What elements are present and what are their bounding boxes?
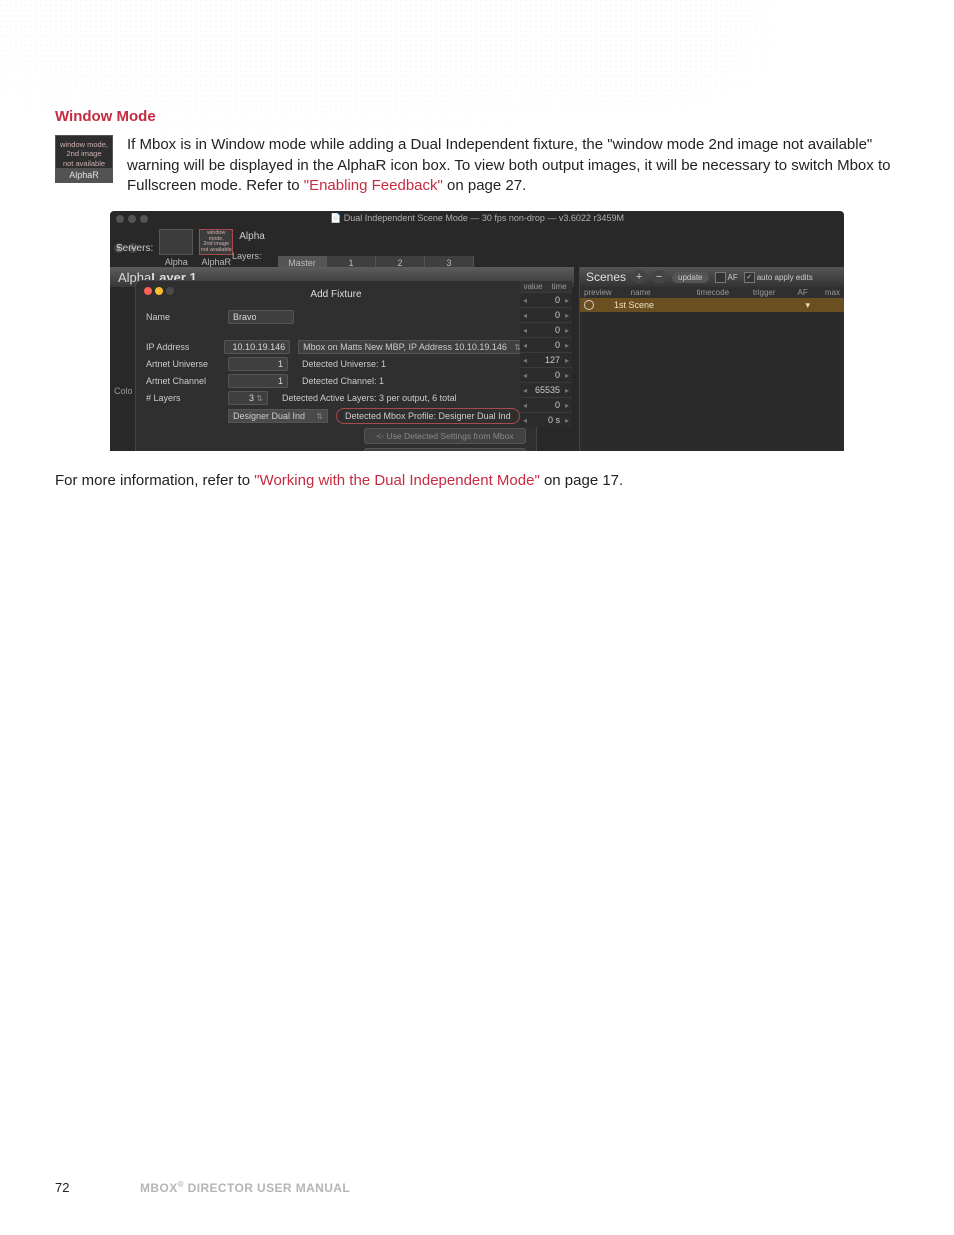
artnet-channel-field[interactable]: 1 bbox=[228, 374, 288, 388]
section-heading: Window Mode bbox=[55, 108, 899, 125]
warn-l3: not available bbox=[201, 247, 232, 253]
value-row[interactable]: ◂0▸ bbox=[520, 367, 572, 382]
value-row[interactable]: ◂0▸ bbox=[520, 292, 572, 307]
value-cell: 0 bbox=[530, 310, 562, 320]
time-header: time bbox=[546, 281, 572, 292]
warn-l1: window mode, bbox=[207, 230, 225, 242]
dialog-title: Add Fixture bbox=[146, 289, 526, 300]
artnet-universe-label: Artnet Universe bbox=[146, 359, 220, 369]
auto-apply-checkbox[interactable]: ✓auto apply edits bbox=[744, 272, 813, 283]
value-row[interactable]: ◂65535▸ bbox=[520, 382, 572, 397]
ip-field[interactable]: 10.10.19.146 bbox=[224, 340, 290, 354]
scenes-title: Scenes bbox=[586, 270, 626, 284]
value-row[interactable]: ◂0▸ bbox=[520, 307, 572, 322]
layers-label: Layers: bbox=[232, 251, 262, 261]
detected-profile: Detected Mbox Profile: Designer Dual Ind bbox=[336, 408, 520, 424]
value-row[interactable]: ◂0▸ bbox=[520, 337, 572, 352]
thumb-line1: window mode, bbox=[60, 140, 108, 149]
af-checkbox[interactable]: AF bbox=[715, 272, 738, 283]
scene-dropdown-icon: ▾ bbox=[805, 300, 810, 311]
value-row[interactable]: ◂0▸ bbox=[520, 397, 572, 412]
profile-select[interactable]: Designer Dual Ind ⇅ bbox=[228, 409, 328, 423]
scene-preview-dot bbox=[584, 300, 594, 310]
remove-scene-icon[interactable]: − bbox=[652, 270, 666, 284]
value-row[interactable]: ◂0▸ bbox=[520, 322, 572, 337]
warning-thumbnail: window mode, 2nd image not available Alp… bbox=[55, 135, 113, 183]
detected-layers: Detected Active Layers: 3 per output, 6 … bbox=[276, 392, 463, 404]
servers-row: Servers: Alpha window mode, 2nd image no… bbox=[116, 229, 265, 267]
value-cell: 0 bbox=[530, 400, 562, 410]
add-scene-icon[interactable]: + bbox=[632, 270, 646, 284]
para2-text-a: For more information, refer to bbox=[55, 472, 254, 489]
value-cell: 0 bbox=[530, 370, 562, 380]
col-name: name bbox=[627, 288, 693, 297]
stepper-icon[interactable]: ⇅ bbox=[254, 394, 263, 403]
app-screenshot: 📄 Dual Independent Scene Mode — 30 fps n… bbox=[110, 211, 844, 451]
server-alpha-label: Alpha bbox=[165, 257, 188, 267]
col-preview: preview bbox=[580, 288, 627, 297]
page-number: 72 bbox=[55, 1180, 69, 1195]
window-title: 📄 Dual Independent Scene Mode — 30 fps n… bbox=[110, 213, 844, 224]
para2-text-b: on page 17. bbox=[540, 472, 623, 489]
value-header: value bbox=[520, 281, 546, 292]
value-time-column: value time ◂0▸ ◂0▸ ◂0▸ ◂0▸ ◂127▸ ◂0▸ ◂65… bbox=[520, 281, 572, 427]
value-cell: 0 bbox=[530, 325, 562, 335]
num-layers-field[interactable]: 3 ⇅ bbox=[228, 391, 268, 405]
profile-select-text: Designer Dual Ind bbox=[233, 411, 305, 421]
value-row[interactable]: ◂127▸ bbox=[520, 352, 572, 367]
ip-select-text: Mbox on Matts New MBP, IP Address 10.10.… bbox=[303, 342, 507, 352]
ip-label: IP Address bbox=[146, 342, 216, 352]
artnet-universe-field[interactable]: 1 bbox=[228, 357, 288, 371]
num-layers-label: # Layers bbox=[146, 393, 220, 403]
thumb-line2: 2nd image bbox=[66, 149, 101, 158]
paragraph-1: If Mbox is in Window mode while adding a… bbox=[127, 135, 899, 197]
value-row[interactable]: ◂0 s▸ bbox=[520, 412, 572, 427]
para1-text-b: on page 27. bbox=[443, 177, 526, 194]
send-settings-button[interactable]: -> Send Settings to Mbox bbox=[364, 448, 526, 451]
scene-name: 1st Scene bbox=[614, 300, 654, 310]
value-cell: 127 bbox=[530, 355, 562, 365]
paragraph-2: For more information, refer to "Working … bbox=[55, 471, 899, 492]
window-title-text: Dual Independent Scene Mode — 30 fps non… bbox=[344, 213, 624, 223]
arrow-right-icon: ▸ bbox=[562, 296, 572, 305]
col-timecode: timecode bbox=[693, 288, 749, 297]
value-cell: 0 bbox=[530, 340, 562, 350]
use-detected-button[interactable]: <- Use Detected Settings from Mbox bbox=[364, 428, 526, 444]
ip-select[interactable]: Mbox on Matts New MBP, IP Address 10.10.… bbox=[298, 340, 526, 354]
col-af: AF bbox=[794, 288, 821, 297]
artnet-channel-label: Artnet Channel bbox=[146, 376, 220, 386]
scene-row[interactable]: 1st Scene ▾ bbox=[580, 298, 844, 312]
detected-channel: Detected Channel: 1 bbox=[296, 375, 390, 387]
link-dual-independent[interactable]: "Working with the Dual Independent Mode" bbox=[254, 472, 540, 489]
value-cell: 0 bbox=[530, 295, 562, 305]
value-cell: 65535 bbox=[530, 385, 562, 395]
check-icon: ✓ bbox=[744, 272, 755, 283]
auto-apply-label: auto apply edits bbox=[757, 273, 813, 282]
arrow-left-icon: ◂ bbox=[520, 296, 530, 305]
footer-title-a: MBOX bbox=[140, 1181, 178, 1195]
dialog-traffic-lights bbox=[144, 287, 174, 295]
servers-alpha-text: Alpha bbox=[239, 231, 265, 242]
name-label: Name bbox=[146, 312, 220, 322]
thumb-label: AlphaR bbox=[56, 168, 112, 182]
link-enabling-feedback[interactable]: "Enabling Feedback" bbox=[304, 177, 443, 194]
scenes-panel: Scenes + − update AF ✓auto apply edits p… bbox=[579, 267, 844, 451]
left-truncated-label: Colo bbox=[114, 386, 133, 396]
col-trigger: trigger bbox=[749, 288, 794, 297]
server-alpha-box[interactable] bbox=[159, 229, 193, 255]
servers-label: Servers: bbox=[116, 243, 153, 254]
value-cell: 0 s bbox=[530, 415, 562, 425]
server-alphar-label: AlphaR bbox=[201, 257, 231, 267]
col-max: max bbox=[821, 288, 844, 297]
detected-universe: Detected Universe: 1 bbox=[296, 358, 392, 370]
footer-title-b: DIRECTOR USER MANUAL bbox=[184, 1181, 350, 1195]
chevron-updown-icon: ⇅ bbox=[316, 412, 323, 421]
server-alphar-box[interactable]: window mode, 2nd image not available bbox=[199, 229, 233, 255]
add-fixture-dialog: Add Fixture Name Bravo IP Address 10.10.… bbox=[136, 281, 536, 451]
update-button[interactable]: update bbox=[672, 272, 708, 283]
name-field[interactable]: Bravo bbox=[228, 310, 294, 324]
footer-title: MBOX® DIRECTOR USER MANUAL bbox=[140, 1180, 350, 1195]
af-label: AF bbox=[728, 273, 738, 282]
thumb-line3: not available bbox=[63, 159, 105, 168]
